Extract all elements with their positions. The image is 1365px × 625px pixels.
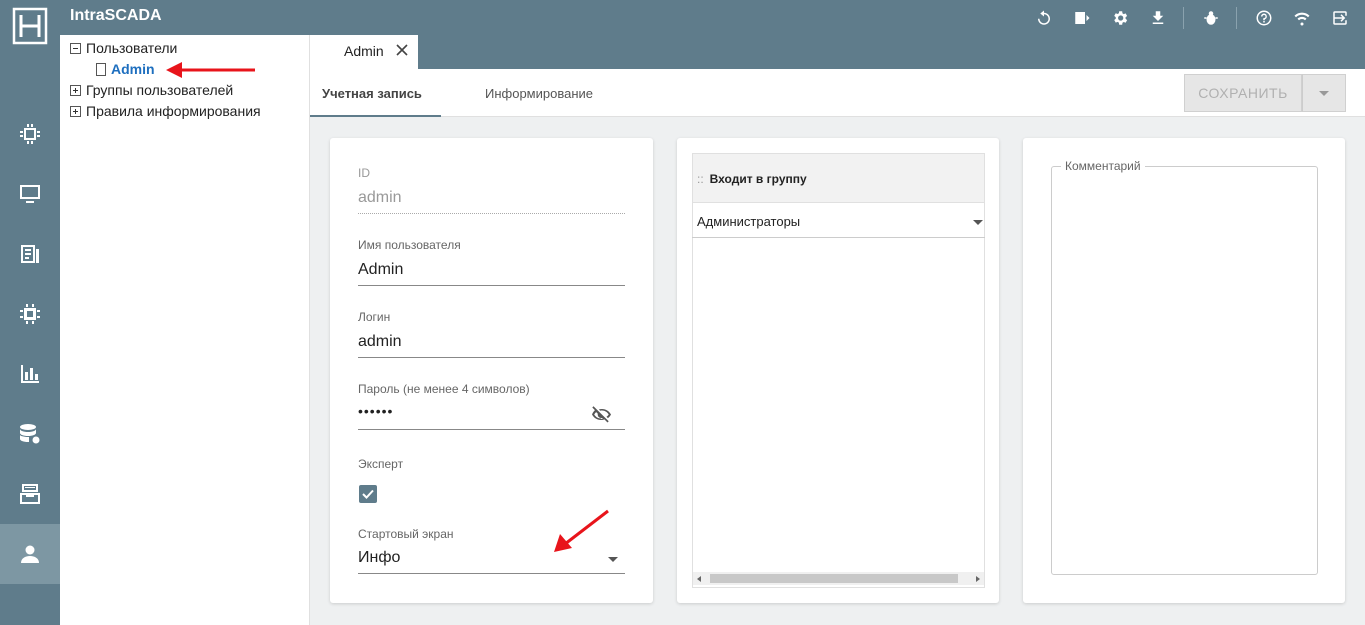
- id-field: admin: [358, 189, 402, 206]
- tree-item-users-label: Пользователи: [86, 40, 178, 56]
- monitor-icon: [20, 185, 40, 203]
- tab-admin-label: Admin: [344, 43, 384, 59]
- expand-icon[interactable]: [70, 84, 81, 96]
- nav-rail: [0, 35, 60, 625]
- nav-archive[interactable]: [0, 464, 60, 524]
- settings-icon[interactable]: [1109, 7, 1131, 29]
- file-icon: [96, 62, 106, 76]
- scroll-left-icon[interactable]: [697, 576, 701, 582]
- checkmark-icon: [362, 489, 374, 499]
- report-icon: [21, 245, 39, 263]
- top-toolbar: [1017, 0, 1351, 35]
- logout-icon[interactable]: [1329, 7, 1351, 29]
- tree-item-groups[interactable]: Группы пользователей: [70, 80, 233, 100]
- user-icon: [21, 545, 39, 563]
- wifi-icon[interactable]: [1291, 7, 1313, 29]
- username-field-underline: [358, 285, 625, 286]
- group-grid-header-label: Входит в группу: [709, 172, 807, 186]
- id-field-underline: [358, 213, 625, 214]
- expert-checkbox[interactable]: [359, 485, 377, 503]
- tree-item-groups-label: Группы пользователей: [86, 82, 234, 98]
- nav-database[interactable]: [0, 404, 60, 464]
- chevron-down-icon[interactable]: [608, 557, 618, 562]
- active-tab-indicator: [310, 115, 441, 117]
- password-label: Пароль (не менее 4 символов): [358, 382, 530, 396]
- horizontal-scrollbar[interactable]: [693, 572, 984, 585]
- app-title: IntraSCADA: [70, 7, 162, 24]
- form-tabs-bar: Учетная запись Информирование СОХРАНИТЬ: [310, 69, 1365, 117]
- comment-card: Комментарий: [1023, 138, 1345, 603]
- chevron-down-icon[interactable]: [973, 220, 983, 225]
- nav-reports[interactable]: [0, 224, 60, 284]
- chevron-down-icon: [1319, 90, 1329, 96]
- bug-icon[interactable]: [1200, 7, 1222, 29]
- scroll-right-icon[interactable]: [976, 576, 980, 582]
- toolbar-divider: [1183, 6, 1184, 29]
- nav-modules[interactable]: [0, 284, 60, 344]
- tree-item-admin-label: Admin: [111, 61, 155, 77]
- help-icon[interactable]: [1253, 7, 1275, 29]
- screen-play-icon[interactable]: [1071, 7, 1093, 29]
- expand-icon[interactable]: [70, 105, 81, 117]
- refresh-icon[interactable]: [1033, 7, 1055, 29]
- drag-grip-icon[interactable]: ::: [697, 172, 704, 186]
- start-screen-select[interactable]: Инфо: [358, 549, 400, 567]
- username-field[interactable]: Admin: [358, 261, 403, 279]
- eye-off-icon[interactable]: [590, 403, 614, 427]
- comment-label: Комментарий: [1061, 159, 1145, 173]
- nav-charts[interactable]: [0, 344, 60, 404]
- document-tab-strip: [310, 35, 1365, 69]
- login-field[interactable]: admin: [358, 333, 402, 351]
- close-icon[interactable]: [395, 43, 409, 57]
- scrollbar-thumb[interactable]: [710, 574, 958, 583]
- save-options-button[interactable]: [1302, 74, 1346, 112]
- id-label: ID: [358, 166, 370, 180]
- start-screen-underline: [358, 573, 625, 574]
- group-grid: [692, 203, 985, 588]
- nav-cpu[interactable]: [0, 104, 60, 164]
- group-grid-header: :: Входит в группу: [692, 153, 985, 203]
- save-button[interactable]: СОХРАНИТЬ: [1184, 74, 1302, 112]
- app-logo[interactable]: [0, 0, 60, 52]
- group-card: :: Входит в группу Администраторы: [677, 138, 999, 603]
- cpu-icon: [20, 124, 40, 144]
- tree-item-rules[interactable]: Правила информирования: [70, 101, 261, 121]
- bar-chart-icon: [21, 365, 39, 383]
- login-label: Логин: [358, 310, 391, 324]
- login-field-underline: [358, 357, 625, 358]
- tree-item-rules-label: Правила информирования: [86, 103, 261, 119]
- archive-icon: [20, 484, 40, 504]
- expert-label: Эксперт: [358, 457, 404, 471]
- annotation-arrow: [554, 509, 609, 552]
- toolbar-divider: [1236, 6, 1237, 29]
- tree-item-admin[interactable]: Admin: [96, 59, 155, 79]
- database-settings-icon: [20, 424, 40, 444]
- chip-icon: [20, 304, 40, 324]
- download-icon[interactable]: [1147, 7, 1169, 29]
- nav-users[interactable]: [0, 524, 60, 584]
- password-field-underline: [358, 429, 625, 430]
- nav-monitor[interactable]: [0, 164, 60, 224]
- annotation-arrow: [166, 62, 255, 78]
- user-tree-panel: Пользователи Admin Группы пользователей …: [60, 35, 310, 625]
- collapse-icon[interactable]: [70, 42, 81, 54]
- username-label: Имя пользователя: [358, 238, 461, 252]
- tree-item-users[interactable]: Пользователи: [70, 38, 177, 58]
- comment-textarea[interactable]: [1051, 166, 1318, 575]
- password-field[interactable]: ••••••: [358, 403, 393, 419]
- tab-account[interactable]: Учетная запись: [322, 86, 422, 101]
- start-screen-label: Стартовый экран: [358, 527, 454, 541]
- tab-notifications[interactable]: Информирование: [485, 86, 593, 101]
- group-select[interactable]: Администраторы: [692, 203, 985, 238]
